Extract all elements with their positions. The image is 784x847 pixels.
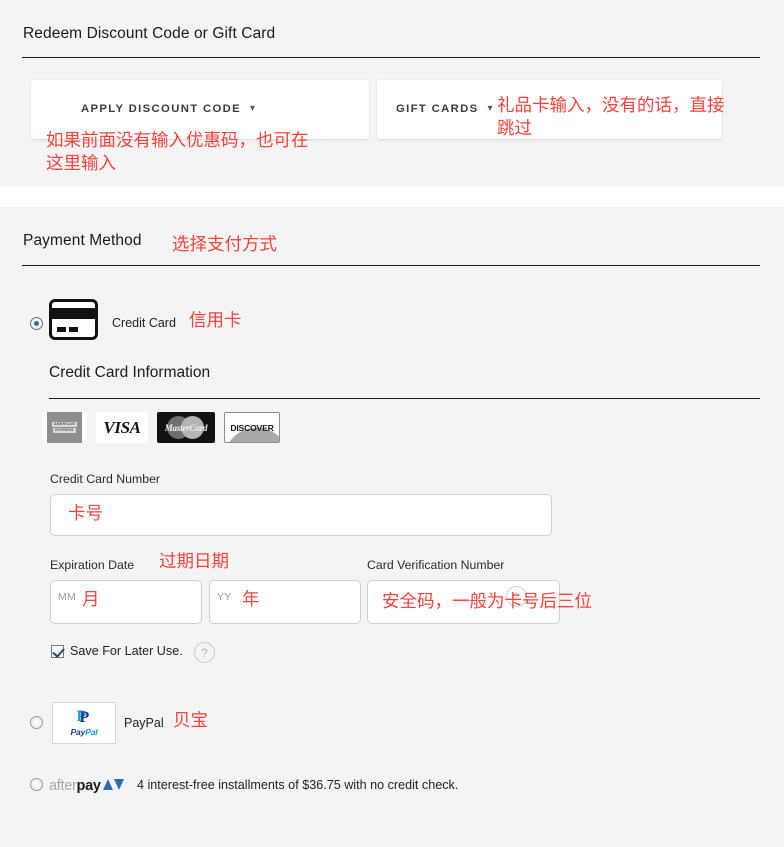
credit-card-number-input[interactable] bbox=[50, 494, 552, 536]
question-mark-icon-cvn[interactable]: ? bbox=[506, 586, 527, 607]
card-verification-number-input[interactable] bbox=[367, 580, 560, 624]
paypal-wordmark-pay: Pay bbox=[70, 727, 86, 737]
gift-cards-panel[interactable]: GIFT CARDS ▾ bbox=[377, 80, 722, 139]
credit-card-icon-stripe bbox=[52, 308, 95, 319]
credit-card-icon-dash-2 bbox=[69, 327, 78, 332]
paypal-logo-icon: P P PayPal bbox=[52, 702, 116, 744]
mastercard-logo-icon: MasterCard bbox=[157, 412, 215, 443]
credit-card-information-divider bbox=[49, 398, 760, 399]
expiration-month-placeholder: MM bbox=[58, 591, 77, 603]
paypal-logo-wordmark: PayPal bbox=[70, 727, 97, 737]
accepted-card-brands: AMERICAN EXPRESS VISA MasterCard DISCOVE… bbox=[42, 412, 280, 443]
radio-paypal[interactable] bbox=[30, 716, 43, 729]
chevron-down-icon: ▾ bbox=[487, 103, 493, 114]
redeem-section: Redeem Discount Code or Gift Card APPLY … bbox=[0, 0, 784, 186]
paypal-method-label: PayPal bbox=[124, 716, 164, 730]
afterpay-logo-after: after bbox=[49, 778, 77, 794]
visa-logo-icon: VISA bbox=[96, 412, 148, 443]
gift-cards-label[interactable]: GIFT CARDS ▾ bbox=[396, 103, 493, 115]
redeem-section-title: Redeem Discount Code or Gift Card bbox=[23, 25, 276, 42]
payment-method-divider bbox=[22, 265, 760, 266]
amex-logo-line-1: AMERICAN bbox=[52, 422, 77, 427]
amex-logo-icon: AMERICAN EXPRESS bbox=[42, 412, 87, 443]
redeem-section-divider bbox=[22, 57, 760, 58]
amex-logo-line-2: EXPRESS bbox=[53, 428, 76, 433]
expiration-year-input[interactable] bbox=[209, 580, 361, 624]
credit-card-number-label: Credit Card Number bbox=[50, 472, 161, 486]
gift-cards-text: GIFT CARDS bbox=[396, 103, 479, 115]
discover-logo-icon: DISCOVER bbox=[224, 412, 280, 443]
apply-discount-code-label[interactable]: APPLY DISCOUNT CODE ▾ bbox=[81, 103, 255, 115]
credit-card-information-title: Credit Card Information bbox=[49, 364, 211, 381]
afterpay-description: 4 interest-free installments of $36.75 w… bbox=[137, 778, 459, 792]
afterpay-triangle-icon bbox=[102, 778, 124, 791]
mastercard-logo-text: MasterCard bbox=[164, 422, 208, 433]
radio-afterpay[interactable] bbox=[30, 778, 43, 791]
section-separator-band bbox=[0, 186, 784, 207]
question-mark-icon-save[interactable]: ? bbox=[194, 642, 215, 663]
afterpay-logo-icon: afterpay bbox=[49, 777, 124, 794]
checkout-payment-page: Redeem Discount Code or Gift Card APPLY … bbox=[0, 0, 784, 847]
afterpay-logo-pay: pay bbox=[76, 778, 101, 794]
apply-discount-code-panel[interactable]: APPLY DISCOUNT CODE ▾ bbox=[31, 80, 369, 139]
apply-discount-code-text: APPLY DISCOUNT CODE bbox=[81, 103, 241, 115]
payment-method-title: Payment Method bbox=[23, 232, 142, 249]
expiration-year-placeholder: YY bbox=[217, 591, 232, 603]
discover-logo-text: DISCOVER bbox=[230, 422, 274, 433]
paypal-wordmark-pal: Pal bbox=[85, 727, 98, 737]
save-for-later-checkbox[interactable] bbox=[51, 645, 64, 658]
credit-card-icon bbox=[49, 299, 98, 340]
visa-logo-text: VISA bbox=[103, 417, 141, 437]
radio-credit-card[interactable] bbox=[30, 317, 43, 330]
expiration-date-label: Expiration Date bbox=[50, 558, 135, 572]
amex-logo-inner: AMERICAN EXPRESS bbox=[47, 412, 82, 443]
paypal-mark-front: P bbox=[79, 709, 90, 726]
card-verification-number-label: Card Verification Number bbox=[367, 558, 505, 572]
credit-card-method-label: Credit Card bbox=[112, 316, 176, 330]
chevron-down-icon: ▾ bbox=[249, 103, 256, 114]
paypal-logo-mark: P P bbox=[77, 709, 92, 726]
credit-card-icon-dash-1 bbox=[57, 327, 66, 332]
save-for-later-label: Save For Later Use. bbox=[70, 644, 183, 658]
